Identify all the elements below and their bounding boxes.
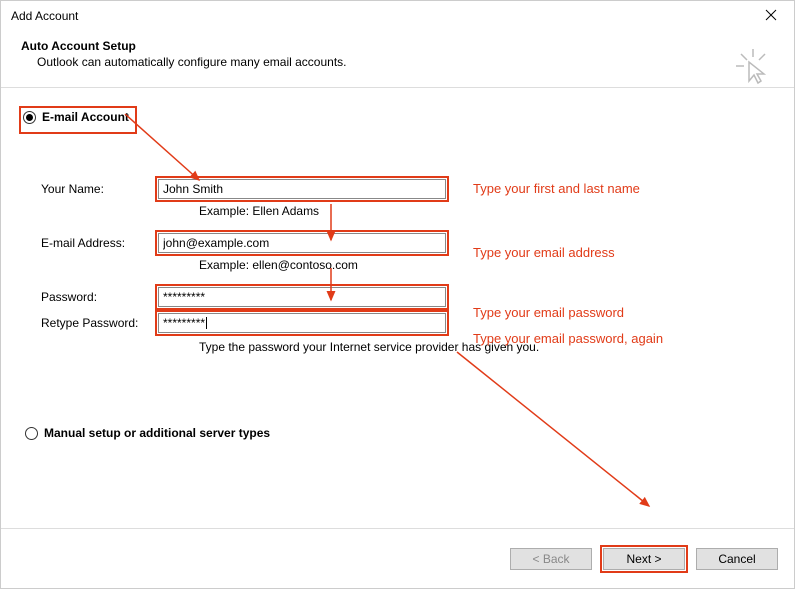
header: Auto Account Setup Outlook can automatic…	[1, 31, 794, 88]
callout-password: Type your email password	[473, 305, 624, 320]
header-title: Auto Account Setup	[21, 39, 774, 53]
back-button: < Back	[510, 548, 592, 570]
email-input-highlight	[155, 230, 449, 256]
email-label: E-mail Address:	[41, 236, 155, 250]
header-subtitle: Outlook can automatically configure many…	[37, 55, 774, 69]
name-label: Your Name:	[41, 182, 155, 196]
radio-email-account-highlight: E-mail Account	[19, 106, 137, 134]
button-bar: < Back Next > Cancel	[1, 528, 794, 588]
titlebar: Add Account	[1, 1, 794, 31]
radio-manual-label: Manual setup or additional server types	[44, 426, 270, 440]
email-example: Example: ellen@contoso.com	[199, 258, 539, 272]
email-input[interactable]	[158, 233, 446, 253]
next-button-highlight: Next >	[600, 545, 688, 573]
name-example: Example: Ellen Adams	[199, 204, 539, 218]
radio-manual[interactable]	[25, 427, 38, 440]
fields-group: Your Name: Example: Ellen Adams E-mail A…	[41, 178, 539, 354]
retype-label: Retype Password:	[41, 316, 155, 330]
arrow-to-next	[453, 348, 663, 516]
close-button[interactable]	[756, 9, 786, 24]
radio-email-account[interactable]	[23, 111, 36, 124]
retype-input[interactable]: *********	[163, 316, 205, 330]
name-input[interactable]	[158, 179, 446, 199]
name-input-highlight	[155, 176, 449, 202]
radio-manual-row: Manual setup or additional server types	[25, 426, 270, 440]
password-input-highlight	[155, 284, 449, 310]
close-icon	[765, 9, 777, 21]
next-button[interactable]: Next >	[603, 548, 685, 570]
form-area: E-mail Account Your Name: Example: Ellen…	[1, 88, 794, 488]
callout-retype: Type your email password, again	[473, 331, 663, 346]
cursor-icon	[736, 49, 770, 88]
radio-email-account-label: E-mail Account	[42, 110, 129, 124]
window-title: Add Account	[11, 9, 78, 23]
cancel-button[interactable]: Cancel	[696, 548, 778, 570]
password-input[interactable]	[158, 287, 446, 307]
password-label: Password:	[41, 290, 155, 304]
retype-input-highlight: *********	[155, 310, 449, 336]
callout-name: Type your first and last name	[473, 181, 640, 196]
callout-email: Type your email address	[473, 245, 615, 260]
